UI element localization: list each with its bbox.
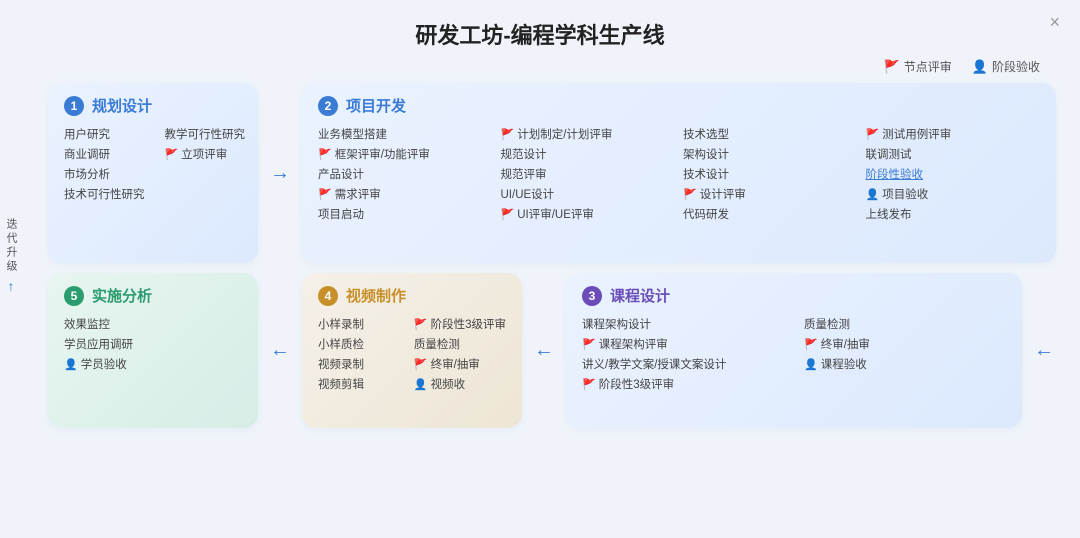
list-item: 👤视频收 (414, 374, 506, 394)
list-item: 讲义/教学文案/授课文案设计 (582, 354, 784, 374)
list-item: 效果监控 (64, 314, 242, 334)
list-item: 视频剪辑 (318, 374, 394, 394)
list-item: 🚩立项评审 (165, 144, 246, 164)
list-item: 视频录制 (318, 354, 394, 374)
list-item: 🚩终审/抽审 (804, 334, 1006, 354)
flag-icon: 🚩 (884, 59, 900, 75)
block-dev-col2: 🚩计划制定/计划评审 规范设计 规范评审 UI/UE设计 🚩UI评审/UE评审 (501, 124, 676, 224)
legend-flag: 🚩 节点评审 (884, 58, 952, 75)
block-video: 4 视频制作 小样录制 小样质检 视频录制 视频剪辑 🚩阶段性3级评审 质量检测… (302, 273, 522, 428)
list-item: 架构设计 (683, 144, 858, 164)
list-item: 市场分析 (64, 164, 145, 184)
block-dev-col1: 业务模型搭建 🚩框架评审/功能评审 产品设计 🚩需求评审 项目启动 (318, 124, 493, 224)
list-item: 🚩测试用例评审 (866, 124, 1041, 144)
list-item: 项目启动 (318, 204, 493, 224)
block-dev-title: 2 项目开发 (318, 95, 1040, 116)
main-content: 迭代升级 ↑ 1 规划设计 用户研究 商业调研 市场分析 技术可行性研究 教学可… (0, 83, 1080, 428)
block-video-col2: 🚩阶段性3级评审 质量检测 🚩终审/抽审 👤视频收 (414, 314, 506, 394)
block-dev-col3: 技术选型 架构设计 技术设计 🚩设计评审 代码研发 (683, 124, 858, 224)
top-row: 1 规划设计 用户研究 商业调研 市场分析 技术可行性研究 教学可行性研究 🚩立… (48, 83, 1056, 263)
block-video-num: 4 (318, 286, 338, 306)
block-dev-num: 2 (318, 96, 338, 116)
list-item: 🚩计划制定/计划评审 (501, 124, 676, 144)
list-item: UI/UE设计 (501, 184, 676, 204)
list-item: 质量检测 (804, 314, 1006, 334)
arrow-left-2: ← (532, 339, 556, 362)
block-analysis: 5 实施分析 效果监控 学员应用调研 👤学员验收 (48, 273, 258, 428)
list-item: 技术可行性研究 (64, 184, 145, 204)
list-item: 规范评审 (501, 164, 676, 184)
person-icon: 👤 (972, 59, 988, 75)
list-item: 🚩终审/抽审 (414, 354, 506, 374)
arrow-right-1: → (268, 162, 292, 185)
page-title: 研发工坊-编程学科生产线 (0, 0, 1080, 50)
arrow-left-1: ← (268, 339, 292, 362)
list-item[interactable]: 阶段性验收 (866, 164, 1041, 184)
list-item: 课程架构设计 (582, 314, 784, 334)
side-label: 迭代升级 (3, 218, 19, 274)
list-item: 产品设计 (318, 164, 493, 184)
block-video-title: 4 视频制作 (318, 285, 506, 306)
legend-flag-label: 节点评审 (904, 58, 952, 75)
block-planning-content: 用户研究 商业调研 市场分析 技术可行性研究 教学可行性研究 🚩立项评审 (64, 124, 242, 204)
list-item: 👤项目验收 (866, 184, 1041, 204)
list-item: 规范设计 (501, 144, 676, 164)
list-item: 联调测试 (866, 144, 1041, 164)
list-item: 教学可行性研究 (165, 124, 246, 144)
block-dev-col4: 🚩测试用例评审 联调测试 阶段性验收 👤项目验收 上线发布 (866, 124, 1041, 224)
list-item: 🚩设计评审 (683, 184, 858, 204)
block-course-col2: 质量检测 🚩终审/抽审 👤课程验收 (804, 314, 1006, 394)
block-dev: 2 项目开发 业务模型搭建 🚩框架评审/功能评审 产品设计 🚩需求评审 项目启动… (302, 83, 1056, 263)
list-item: 🚩UI评审/UE评审 (501, 204, 676, 224)
close-button[interactable]: × (1049, 12, 1060, 33)
block-analysis-num: 5 (64, 286, 84, 306)
list-item: 技术选型 (683, 124, 858, 144)
block-planning-col2: 教学可行性研究 🚩立项评审 (165, 124, 246, 204)
list-item: 商业调研 (64, 144, 145, 164)
list-item: 🚩框架评审/功能评审 (318, 144, 493, 164)
list-item: 🚩阶段性3级评审 (414, 314, 506, 334)
block-planning: 1 规划设计 用户研究 商业调研 市场分析 技术可行性研究 教学可行性研究 🚩立… (48, 83, 258, 263)
list-item: 小样录制 (318, 314, 394, 334)
block-analysis-content: 效果监控 学员应用调研 👤学员验收 (64, 314, 242, 374)
arrow-left-3: ← (1032, 339, 1056, 362)
block-video-content: 小样录制 小样质检 视频录制 视频剪辑 🚩阶段性3级评审 质量检测 🚩终审/抽审… (318, 314, 506, 394)
block-planning-col1: 用户研究 商业调研 市场分析 技术可行性研究 (64, 124, 145, 204)
block-course-num: 3 (582, 286, 602, 306)
list-item: 👤学员验收 (64, 354, 242, 374)
bottom-row: 5 实施分析 效果监控 学员应用调研 👤学员验收 ← 4 视频制作 小样录制 小… (48, 273, 1056, 428)
block-dev-content: 业务模型搭建 🚩框架评审/功能评审 产品设计 🚩需求评审 项目启动 🚩计划制定/… (318, 124, 1040, 224)
list-item: 👤课程验收 (804, 354, 1006, 374)
list-item: 🚩需求评审 (318, 184, 493, 204)
list-item: 🚩阶段性3级评审 (582, 374, 784, 394)
list-item: 用户研究 (64, 124, 145, 144)
list-item: 代码研发 (683, 204, 858, 224)
list-item: 上线发布 (866, 204, 1041, 224)
legend-person: 👤 阶段验收 (972, 58, 1040, 75)
block-course-content: 课程架构设计 🚩课程架构评审 讲义/教学文案/授课文案设计 🚩阶段性3级评审 质… (582, 314, 1006, 394)
list-item: 🚩课程架构评审 (582, 334, 784, 354)
block-analysis-title: 5 实施分析 (64, 285, 242, 306)
list-item: 业务模型搭建 (318, 124, 493, 144)
list-item: 质量检测 (414, 334, 506, 354)
side-arrow-up: ↑ (8, 278, 15, 294)
block-course-title: 3 课程设计 (582, 285, 1006, 306)
block-video-col1: 小样录制 小样质检 视频录制 视频剪辑 (318, 314, 394, 394)
block-planning-title: 1 规划设计 (64, 95, 242, 116)
list-item: 学员应用调研 (64, 334, 242, 354)
block-course: 3 课程设计 课程架构设计 🚩课程架构评审 讲义/教学文案/授课文案设计 🚩阶段… (566, 273, 1022, 428)
legend: 🚩 节点评审 👤 阶段验收 (0, 58, 1080, 75)
list-item: 技术设计 (683, 164, 858, 184)
block-planning-num: 1 (64, 96, 84, 116)
block-course-col1: 课程架构设计 🚩课程架构评审 讲义/教学文案/授课文案设计 🚩阶段性3级评审 (582, 314, 784, 394)
list-item: 小样质检 (318, 334, 394, 354)
legend-person-label: 阶段验收 (992, 58, 1040, 75)
